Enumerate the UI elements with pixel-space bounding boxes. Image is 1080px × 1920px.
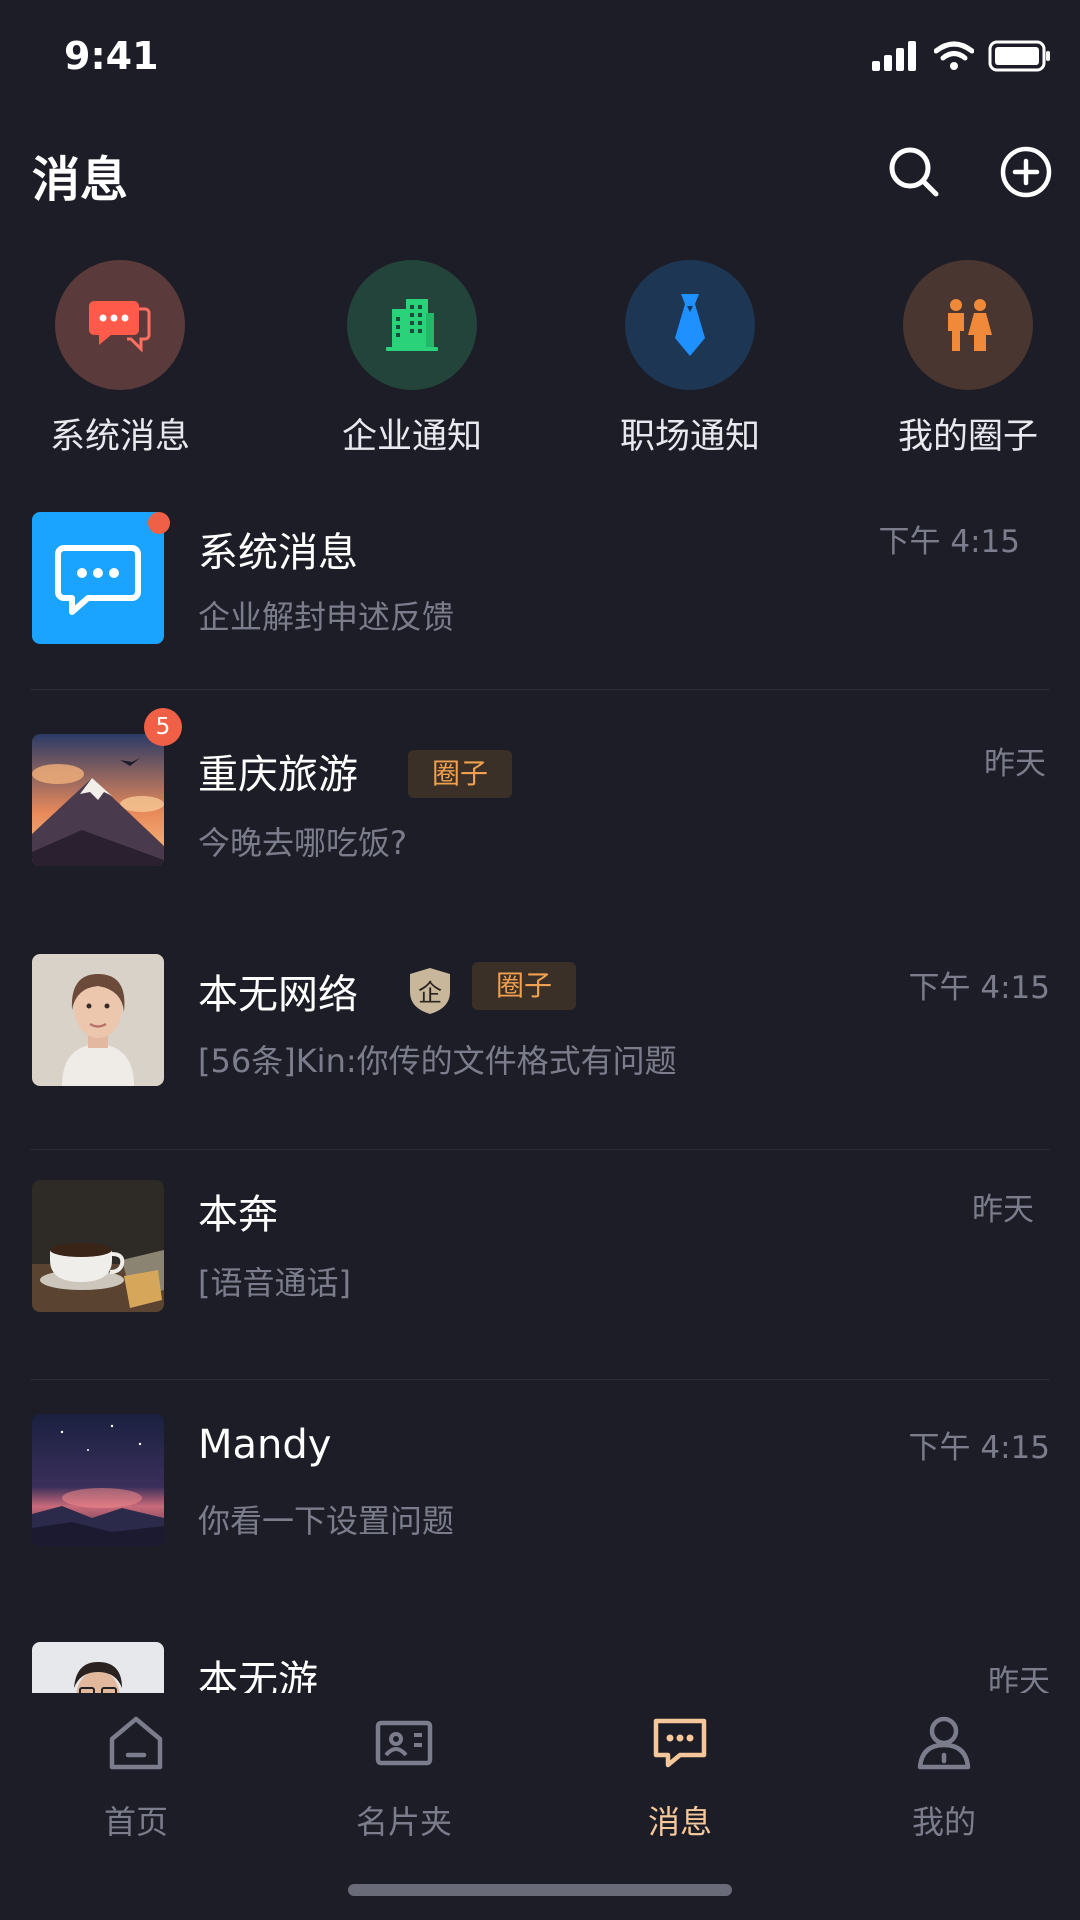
wifi-icon — [934, 41, 974, 70]
tab-label: 首页 — [103, 1803, 168, 1841]
list-item[interactable]: 本奔 昨天 [语音通话] — [0, 1150, 1080, 1380]
quick-icon-circle — [625, 260, 755, 390]
status-time: 9:41 — [64, 34, 159, 78]
quick-label: 职场通知 — [619, 417, 760, 457]
avatar — [32, 512, 164, 644]
row-preview: 今晚去哪吃饭? — [198, 824, 407, 862]
tab-label: 名片夹 — [355, 1803, 452, 1841]
row-time: 昨天 — [984, 746, 1046, 782]
unread-count-badge: 5 — [144, 708, 182, 746]
avatar — [32, 1180, 164, 1312]
quick-icon-circle — [55, 260, 185, 390]
row-title: 系统消息 — [198, 530, 358, 576]
tab-messages[interactable]: 消息 — [590, 1713, 770, 1843]
list-item[interactable]: 系统消息 下午 4:15 企业解封申述反馈 — [0, 480, 1080, 690]
unread-dot — [148, 512, 170, 534]
row-time: 下午 4:15 — [908, 970, 1050, 1006]
enterprise-badge-text: 企 — [418, 979, 442, 1007]
row-preview: 企业解封申述反馈 — [198, 598, 455, 636]
home-indicator — [348, 1884, 732, 1896]
row-time: 下午 4:15 — [878, 524, 1020, 560]
building-icon — [386, 299, 438, 351]
tab-label: 消息 — [647, 1803, 712, 1841]
circle-tag: 圈子 — [408, 750, 513, 798]
list-item[interactable]: 本无游 昨天 — [0, 1610, 1080, 1693]
row-time: 昨天 — [972, 1192, 1034, 1228]
message-icon — [653, 1718, 707, 1768]
avatar — [32, 954, 164, 1086]
profile-icon — [917, 1716, 971, 1770]
quick-access-row: 系统消息 企业通知 职场通知 我的圈子 — [0, 256, 1080, 459]
row-title: Mandy — [198, 1422, 332, 1468]
system-message-icon — [55, 545, 141, 615]
list-item[interactable]: 本无网络 企 圈子 下午 4:15 [56条]Kin:你传的文件格式有问题 — [0, 920, 1080, 1150]
coffee-image — [32, 1180, 164, 1312]
quick-label: 企业通知 — [341, 417, 482, 457]
tie-icon — [675, 294, 705, 356]
portrait-image — [32, 1642, 164, 1693]
circle-tag: 圈子 — [472, 962, 577, 1010]
row-preview: [56条]Kin:你传的文件格式有问题 — [198, 1042, 677, 1080]
row-title: 本无游 — [198, 1658, 318, 1693]
avatar — [32, 1414, 164, 1546]
portrait-image — [32, 954, 164, 1086]
row-preview: [语音通话] — [198, 1264, 351, 1302]
tab-label: 我的 — [911, 1803, 976, 1841]
quick-workplace-notice[interactable]: 职场通知 — [590, 256, 790, 459]
night-landscape-image — [32, 1414, 164, 1546]
status-icons — [872, 40, 1052, 72]
chat-bubbles-icon — [89, 301, 151, 353]
quick-system-messages[interactable]: 系统消息 — [20, 256, 220, 459]
status-bar: 9:41 — [0, 0, 1080, 120]
tab-profile[interactable]: 我的 — [854, 1713, 1034, 1843]
row-title: 本无网络 — [198, 972, 358, 1018]
row-time: 昨天 — [988, 1664, 1050, 1693]
search-icon — [889, 147, 939, 197]
quick-label: 我的圈子 — [897, 417, 1038, 457]
quick-icon-circle — [903, 260, 1033, 390]
list-item[interactable]: Mandy 下午 4:15 你看一下设置问题 — [0, 1380, 1080, 1610]
row-title: 本奔 — [198, 1192, 278, 1238]
row-title: 重庆旅游 — [198, 752, 358, 798]
enterprise-badge-icon: 企 — [410, 968, 450, 1014]
people-icon — [948, 299, 992, 351]
message-list: 系统消息 下午 4:15 企业解封申述反馈 5 重庆旅游 圈子 昨天 今晚去哪吃… — [0, 480, 1080, 1693]
plus-circle-icon — [1000, 146, 1052, 198]
battery-icon — [988, 40, 1050, 72]
add-button[interactable] — [996, 142, 1056, 202]
row-preview: 你看一下设置问题 — [198, 1502, 455, 1540]
quick-enterprise-notice[interactable]: 企业通知 — [312, 256, 512, 459]
quick-icon-circle — [347, 260, 477, 390]
tab-home[interactable]: 首页 — [46, 1713, 226, 1843]
avatar — [32, 734, 164, 866]
signal-icon — [872, 41, 916, 71]
avatar — [32, 1642, 164, 1693]
card-icon — [375, 1720, 433, 1766]
home-icon — [109, 1716, 163, 1770]
quick-my-circles[interactable]: 我的圈子 — [868, 256, 1068, 459]
mountain-image — [32, 734, 164, 866]
page-title: 消息 — [32, 152, 129, 208]
list-item[interactable]: 5 重庆旅游 圈子 昨天 今晚去哪吃饭? — [0, 690, 1080, 920]
search-button[interactable] — [884, 142, 944, 202]
row-time: 下午 4:15 — [908, 1430, 1050, 1466]
tab-card-holder[interactable]: 名片夹 — [314, 1713, 494, 1843]
quick-label: 系统消息 — [49, 417, 190, 457]
